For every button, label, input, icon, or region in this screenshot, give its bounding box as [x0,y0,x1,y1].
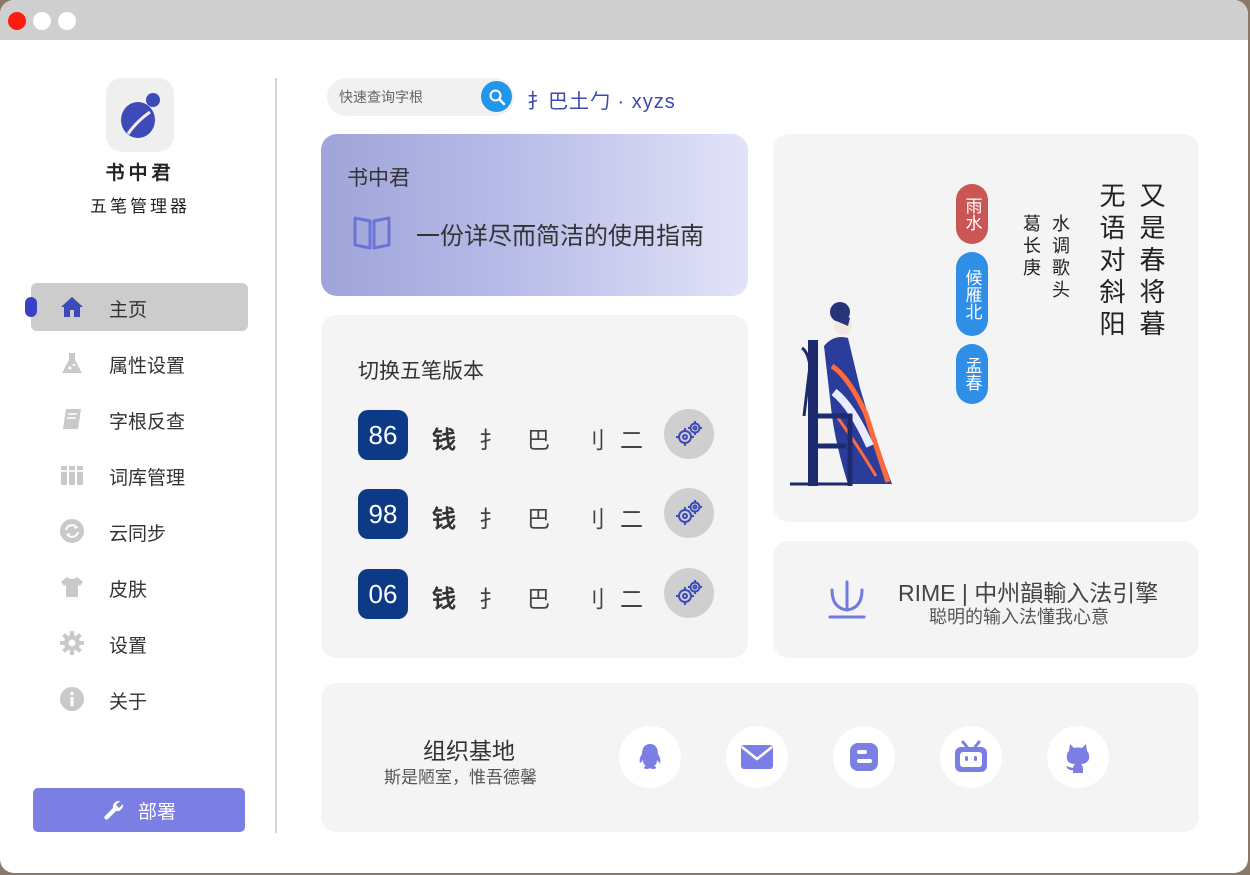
sidebar-item-root-lookup[interactable]: 字根反查 [31,395,248,443]
root-1: 扌 [479,506,502,532]
version-settings-button[interactable] [664,568,714,618]
version-badge[interactable]: 98 [358,489,408,539]
org-title: 组织基地 [423,738,515,764]
app-subtitle: 五笔管理器 [90,197,190,217]
app-name: 书中君 [105,162,175,184]
close-button[interactable] [8,12,26,30]
rime-logo-icon [828,580,866,619]
poem-line-1: 又是春将暮 [1135,182,1165,342]
app-window: 书中君 五笔管理器 主页 属性设置 字根反查 词库管理 云同步 皮肤 设置 关于… [0,0,1248,873]
version-badge[interactable]: 06 [358,569,408,619]
sidebar-item-home[interactable]: 主页 [25,283,248,331]
minimize-button[interactable] [33,12,51,30]
root-4: 二 [620,427,643,453]
book-icon [63,409,81,429]
root-4: 二 [620,506,643,532]
sidebar-item-properties[interactable]: 属性设置 [31,339,248,387]
flask-icon [62,353,82,373]
search-icon [489,89,505,105]
qq-link[interactable] [619,726,681,788]
example-char: 钱 [432,586,456,613]
poem-author: 葛长庚 [1020,214,1041,280]
version-settings-button[interactable] [664,488,714,538]
root-3: 刂 [582,506,605,532]
info-icon [60,687,84,711]
sidebar-item-skin[interactable]: 皮肤 [31,563,248,611]
bilibili-link[interactable] [940,726,1002,788]
open-book-icon [353,216,391,250]
root-4: 二 [620,586,643,612]
shirt-icon [61,577,83,597]
github-link[interactable] [1047,726,1109,788]
version-badge[interactable]: 86 [358,410,408,460]
root-2: 巴 [527,506,550,532]
org-subtitle: 斯是陋室，惟吾德馨 [384,768,537,787]
root-1: 扌 [479,586,502,612]
sidebar-item-label: 皮肤 [109,580,148,601]
sidebar-item-label: 主页 [109,300,148,321]
root-1: 扌 [479,427,502,453]
sidebar-item-settings[interactable]: 设置 [31,619,248,667]
gears-icon [676,421,702,446]
mail-link[interactable] [726,726,788,788]
sidebar-item-label: 字根反查 [109,412,186,433]
poem-tune: 水调歌头 [1049,214,1070,302]
version-card-title: 切换五笔版本 [358,360,484,383]
app-logo [106,78,174,152]
root-2: 巴 [527,427,550,453]
sidebar-item-label: 词库管理 [109,468,186,489]
version-row: 98 钱 扌 巴 刂 二 [358,488,718,540]
guide-title: 书中君 [347,167,410,190]
version-row: 06 钱 扌 巴 刂 二 [358,568,718,620]
search-input[interactable] [339,87,479,107]
maximize-button[interactable] [58,12,76,30]
sidebar-item-label: 关于 [109,692,148,713]
sidebar-item-dictionary[interactable]: 词库管理 [31,451,248,499]
example-char: 钱 [432,506,456,533]
qq-icon [639,744,661,769]
guide-text: 一份详尽而简洁的使用指南 [416,223,704,250]
blogger-icon [850,743,878,771]
search-result: 扌巴土勹 · xyzs [527,91,676,113]
seal-season: 孟春 [956,344,988,404]
gears-icon [676,580,702,605]
version-settings-button[interactable] [664,409,714,459]
sidebar-item-label: 云同步 [109,524,167,545]
poem-line-2: 无语对斜阳 [1095,182,1125,342]
seal-solar-term: 雨水 [956,184,988,244]
gear-icon [60,631,84,655]
root-2: 巴 [527,586,550,612]
sync-icon [60,519,84,543]
sidebar-item-sync[interactable]: 云同步 [31,507,248,555]
root-3: 刂 [582,586,605,612]
bilibili-icon [955,740,987,772]
deploy-label: 部署 [137,801,176,823]
home-icon [61,297,83,317]
github-icon [1066,744,1090,773]
title-bar [0,0,1248,40]
example-char: 钱 [432,427,456,454]
sidebar-divider [275,78,277,833]
active-marker [25,297,37,317]
library-icon [61,466,83,485]
mail-icon [741,745,773,769]
search-button[interactable] [481,81,512,112]
sidebar-item-label: 属性设置 [109,356,186,377]
sidebar-item-label: 设置 [109,636,148,657]
version-row: 86 钱 扌 巴 刂 二 [358,409,718,461]
root-3: 刂 [582,427,605,453]
gears-icon [676,500,702,525]
blogger-link[interactable] [833,726,895,788]
rime-subtitle: 聪明的输入法懂我心意 [929,607,1109,627]
seal-phenology: 候雁北 [956,252,988,336]
deploy-button[interactable]: 部署 [33,788,245,832]
sidebar-item-about[interactable]: 关于 [31,675,248,723]
lady-illustration [790,302,892,486]
wrench-icon [104,800,124,820]
